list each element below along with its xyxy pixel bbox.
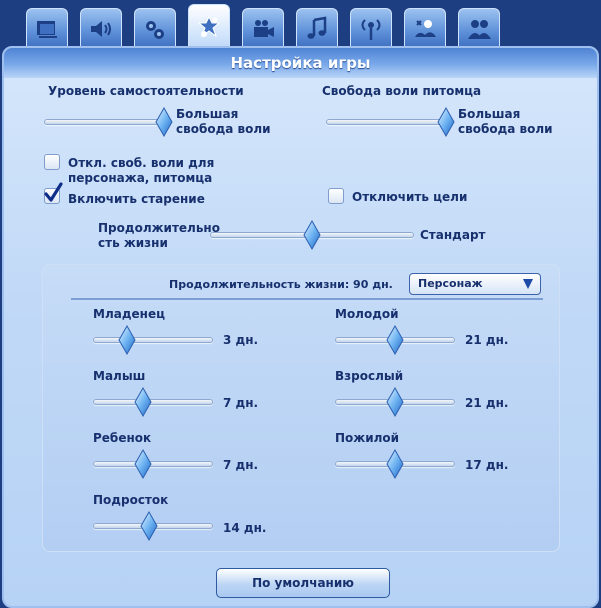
music-note-icon <box>307 16 327 39</box>
stage-slider-elder[interactable] <box>335 449 455 479</box>
slider-knob[interactable] <box>155 107 173 137</box>
stage-days-elder: 17 дн. <box>465 458 509 472</box>
stage-name-young-adult: Молодой <box>335 307 399 321</box>
settings-tab-bar <box>0 0 601 50</box>
settings-tab[interactable] <box>242 8 284 48</box>
disable-wants-label: Отключить цели <box>352 190 468 204</box>
checkmark-icon <box>44 182 63 202</box>
stage-days-teen: 14 дн. <box>223 521 267 535</box>
settings-tab[interactable] <box>134 8 176 48</box>
lifespan-detail-panel: Продолжительность жизни: 90 дн. Персонаж… <box>42 264 560 552</box>
slider-track <box>326 119 446 125</box>
slider-knob[interactable] <box>134 449 152 479</box>
graphics-settings-icon <box>37 20 57 38</box>
settings-tab[interactable] <box>350 8 392 48</box>
stage-days-adult: 21 дн. <box>465 396 509 410</box>
sound-icon <box>91 20 111 37</box>
sim-free-will-label: Уровень самостоятельности <box>48 84 244 98</box>
slider-knob[interactable] <box>140 511 158 541</box>
settings-tab[interactable] <box>458 8 500 48</box>
stage-slider-teen[interactable] <box>93 511 213 541</box>
stage-days-young-adult: 21 дн. <box>465 333 509 347</box>
slider-knob[interactable] <box>386 449 404 479</box>
slider-knob[interactable] <box>437 107 455 137</box>
stage-name-adult: Взрослый <box>335 369 404 383</box>
total-lifespan-label: Продолжительность жизни: 90 дн. <box>169 278 393 291</box>
disable-free-will-checkbox[interactable] <box>44 154 60 170</box>
pet-free-will-value: Большая свобода воли <box>458 107 553 136</box>
divider <box>71 298 543 300</box>
slider-knob[interactable] <box>134 387 152 417</box>
slider-track <box>93 337 213 343</box>
settings-tab[interactable] <box>26 8 68 48</box>
stage-slider-young-adult[interactable] <box>335 325 455 355</box>
slider-track <box>93 461 213 467</box>
settings-tab[interactable] <box>296 8 338 48</box>
stage-name-child: Ребенок <box>93 431 152 445</box>
people-icon <box>468 19 491 39</box>
disable-wants-checkbox[interactable] <box>328 188 344 204</box>
stage-slider-baby[interactable] <box>93 325 213 355</box>
enable-aging-label: Включить старение <box>68 192 205 206</box>
disable-free-will-label: Откл. своб. воли для персонажа, питомца <box>68 156 215 185</box>
stage-days-child: 7 дн. <box>223 458 259 472</box>
broadcast-icon <box>361 18 381 40</box>
game-options-icon <box>197 15 221 37</box>
lifespan-slider[interactable] <box>210 220 414 250</box>
stage-name-baby: Младенец <box>93 307 165 321</box>
settings-tab[interactable] <box>404 8 446 48</box>
stage-slider-child[interactable] <box>93 449 213 479</box>
lifespan-value: Стандарт <box>420 228 486 242</box>
slider-knob[interactable] <box>303 220 321 250</box>
slider-knob[interactable] <box>386 387 404 417</box>
stage-name-teen: Подросток <box>93 493 169 507</box>
slider-track <box>44 119 164 125</box>
slider-track <box>93 399 213 405</box>
stage-days-baby: 3 дн. <box>223 333 259 347</box>
stage-name-toddler: Малыш <box>93 369 146 383</box>
lifespan-label: Продолжительно сть жизни <box>98 221 220 250</box>
default-button[interactable]: По умолчанию <box>216 568 390 598</box>
panel-title: Настройка игры <box>230 54 371 72</box>
slider-knob[interactable] <box>386 325 404 355</box>
stage-slider-adult[interactable] <box>335 387 455 417</box>
triangle-down-icon <box>523 279 533 289</box>
panel-title-bar: Настройка игры <box>4 48 597 78</box>
game-settings-panel: Настройка игры Уровень самостоятельности… <box>2 46 599 608</box>
video-camera-icon <box>254 19 274 37</box>
settings-tab[interactable] <box>188 4 230 50</box>
stage-days-toddler: 7 дн. <box>223 396 259 410</box>
weather-icon <box>415 19 436 37</box>
enable-aging-checkbox[interactable] <box>44 182 63 204</box>
pet-free-will-label: Свобода воли питомца <box>322 84 482 98</box>
sim-free-will-value: Большая свобода воли <box>176 107 271 136</box>
dropdown-selected-value: Персонаж <box>418 277 483 290</box>
sim-free-will-slider[interactable] <box>44 107 173 137</box>
pet-free-will-slider[interactable] <box>326 107 455 137</box>
settings-tab[interactable] <box>80 8 122 48</box>
stage-name-elder: Пожилой <box>335 431 400 445</box>
performance-gears-icon <box>146 20 164 39</box>
slider-knob[interactable] <box>118 325 136 355</box>
stage-slider-toddler[interactable] <box>93 387 213 417</box>
life-type-dropdown[interactable]: Персонаж <box>409 273 541 295</box>
